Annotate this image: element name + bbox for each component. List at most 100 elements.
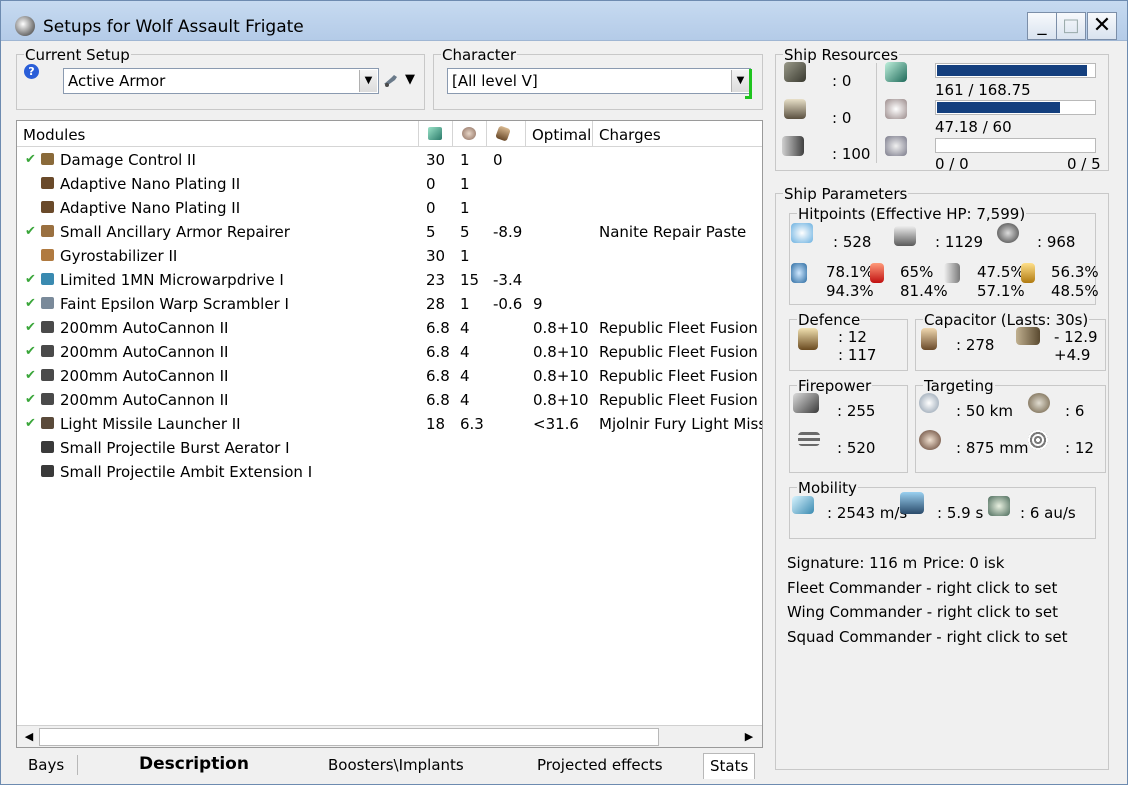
capacitor-delta-1: - 12.9	[1054, 328, 1098, 346]
align-time-icon	[900, 492, 924, 514]
module-row[interactable]: Adaptive Nano Plating II 0 1	[17, 172, 762, 196]
tab-boosters-implants[interactable]: Boosters\Implants	[328, 756, 464, 774]
scan-resolution-value: : 875 mm	[956, 439, 1029, 457]
module-row[interactable]: ✔ 200mm AutoCannon II 6.8 4 0.8+10 Republic F…	[17, 340, 762, 364]
module-name: 200mm AutoCannon II	[60, 343, 229, 361]
setup-menu-chevron-down-icon[interactable]: ▼	[405, 72, 415, 87]
armor-icon	[894, 226, 916, 246]
app-icon	[15, 16, 35, 36]
module-cap: 0	[493, 151, 503, 169]
tab-description[interactable]: Description	[139, 754, 249, 774]
module-cpu: 30	[426, 151, 446, 169]
module-charges: Mjolnir Fury Light Missile	[599, 415, 762, 433]
module-icon	[41, 153, 54, 165]
explosive-shield-resist: 56.3%	[1051, 263, 1099, 281]
module-row[interactable]: Small Projectile Ambit Extension I	[17, 460, 762, 484]
character-select-value: [All level V]	[452, 72, 538, 90]
module-cap: -0.6	[493, 295, 523, 313]
module-row[interactable]: ✔ 200mm AutoCannon II 6.8 4 0.8+10 Republic F…	[17, 388, 762, 412]
module-name: Small Projectile Burst Aerator I	[60, 439, 290, 457]
module-row[interactable]: ✔ Faint Epsilon Warp Scrambler I 28 1 -0.6 9	[17, 292, 762, 316]
module-charges: Nanite Repair Paste	[599, 223, 747, 241]
volley-icon	[798, 432, 820, 446]
wing-commander-text[interactable]: Wing Commander - right click to set	[787, 603, 1058, 621]
horizontal-scrollbar[interactable]: ◀ ▶	[17, 725, 762, 747]
column-header-modules[interactable]: Modules	[17, 121, 419, 147]
active-check-icon[interactable]: ✔	[25, 272, 36, 287]
module-icon	[41, 417, 54, 429]
module-cpu: 18	[426, 415, 446, 433]
tab-bays[interactable]: Bays	[28, 756, 64, 774]
scroll-left-icon[interactable]: ◀	[19, 727, 39, 747]
module-row[interactable]: Gyrostabilizer II 30 1	[17, 244, 762, 268]
module-cap: -3.4	[493, 271, 523, 289]
module-row[interactable]: ✔ 200mm AutoCannon II 6.8 4 0.8+10 Republic F…	[17, 364, 762, 388]
bottom-tabs: Bays Description Boosters\Implants Proje…	[16, 753, 763, 779]
active-check-icon[interactable]: ✔	[25, 344, 36, 359]
module-name: Light Missile Launcher II	[60, 415, 241, 433]
maximize-button[interactable]: □	[1056, 12, 1086, 40]
repair-icon	[798, 328, 818, 350]
targeting-legend: Targeting	[923, 377, 995, 395]
scroll-thumb[interactable]	[39, 728, 659, 746]
active-check-icon[interactable]: ✔	[25, 224, 36, 239]
active-check-icon[interactable]: ✔	[25, 152, 36, 167]
active-check-icon[interactable]: ✔	[25, 416, 36, 431]
setup-select[interactable]: Active Armor ▼	[63, 68, 379, 94]
module-cap: -8.9	[493, 223, 523, 241]
active-check-icon[interactable]: ✔	[25, 296, 36, 311]
column-header-cpu[interactable]	[419, 121, 453, 147]
active-check-icon[interactable]: ✔	[25, 368, 36, 383]
module-row[interactable]: ✔ 200mm AutoCannon II 6.8 4 0.8+10 Republic F…	[17, 316, 762, 340]
module-pg: 1	[460, 199, 470, 217]
scroll-right-icon[interactable]: ▶	[739, 727, 759, 747]
column-header-charges[interactable]: Charges	[593, 121, 762, 147]
turret-slots-value: : 0	[832, 72, 852, 90]
module-row[interactable]: ✔ Limited 1MN Microwarpdrive I 23 15 -3.4	[17, 268, 762, 292]
fitting-window: Setups for Wolf Assault Frigate _ □ ✕ Cu…	[0, 0, 1128, 785]
module-row[interactable]: ✔ Small Ancillary Armor Repairer 5 5 -8.9 Nan…	[17, 220, 762, 244]
squad-commander-text[interactable]: Squad Commander - right click to set	[787, 628, 1068, 646]
modules-header: Modules Optimal Charges	[17, 121, 762, 147]
hull-icon	[997, 223, 1019, 243]
module-row[interactable]: ✔ Light Missile Launcher II 18 6.3 <31.6 Mjol…	[17, 412, 762, 436]
module-icon	[41, 177, 54, 189]
module-cpu: 23	[426, 271, 446, 289]
close-button[interactable]: ✕	[1087, 12, 1117, 40]
tab-stats[interactable]: Stats	[703, 753, 756, 779]
module-row[interactable]: Small Projectile Burst Aerator I	[17, 436, 762, 460]
column-header-powergrid[interactable]	[453, 121, 487, 147]
character-group: Character [All level V] ▼	[433, 46, 763, 110]
tab-projected-effects[interactable]: Projected effects	[537, 756, 663, 774]
thermal-shield-resist: 65%	[900, 263, 934, 281]
cpu-value: 161 / 168.75	[935, 81, 1031, 99]
module-optimal: 0.8+10	[533, 367, 589, 385]
capacitor-delta-2: +4.9	[1054, 346, 1091, 364]
minimize-button[interactable]: _	[1027, 12, 1057, 40]
chevron-down-icon[interactable]: ▼	[359, 70, 377, 92]
module-name: Small Projectile Ambit Extension I	[60, 463, 313, 481]
tab-divider	[77, 755, 78, 775]
active-check-icon[interactable]: ✔	[25, 320, 36, 335]
help-icon[interactable]: ?	[24, 64, 39, 79]
setup-select-value: Active Armor	[68, 72, 166, 90]
volley-value: : 520	[837, 439, 876, 457]
column-header-capacitor[interactable]	[487, 121, 526, 147]
character-select[interactable]: [All level V] ▼	[447, 68, 751, 94]
drone-count-value: 0 / 5	[1067, 155, 1101, 173]
turret-slot-icon	[784, 62, 806, 82]
module-row[interactable]: ✔ Damage Control II 30 1 0	[17, 148, 762, 172]
module-optimal: 9	[533, 295, 543, 313]
module-cpu: 6.8	[426, 391, 450, 409]
column-header-optimal[interactable]: Optimal	[526, 121, 593, 147]
cpu-bar-fill	[937, 65, 1087, 76]
cpu-icon	[428, 127, 442, 140]
powergrid-value: 47.18 / 60	[935, 118, 1012, 136]
module-row[interactable]: Adaptive Nano Plating II 0 1	[17, 196, 762, 220]
fleet-commander-text[interactable]: Fleet Commander - right click to set	[787, 579, 1057, 597]
title-bar[interactable]: Setups for Wolf Assault Frigate _ □ ✕	[1, 1, 1127, 41]
module-charges: Republic Fleet Fusion S	[599, 343, 762, 361]
setup-tools-icon[interactable]	[383, 73, 399, 87]
active-check-icon[interactable]: ✔	[25, 392, 36, 407]
module-name: 200mm AutoCannon II	[60, 319, 229, 337]
